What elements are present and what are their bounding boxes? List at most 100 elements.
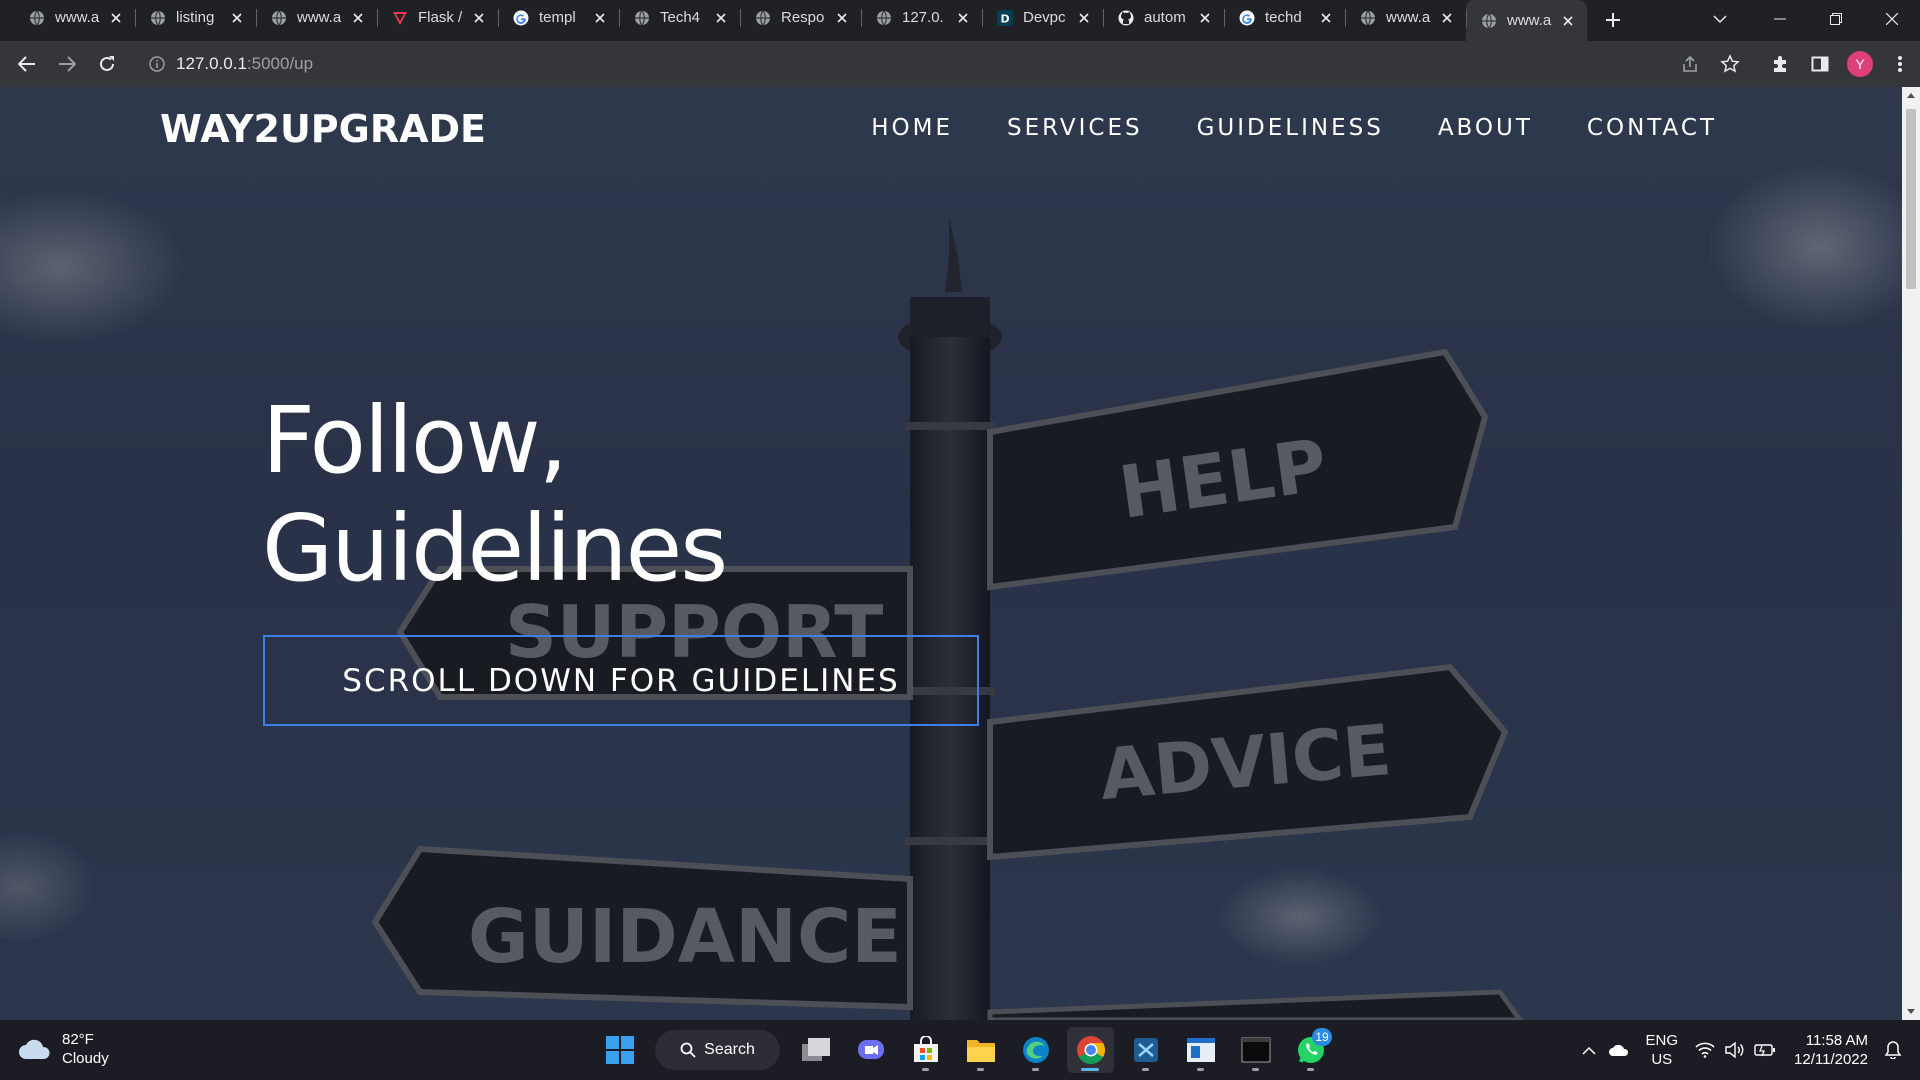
close-icon [1886, 13, 1898, 25]
page-scrollbar[interactable] [1902, 87, 1920, 1020]
browser-tab[interactable]: Tech4 [619, 0, 740, 35]
forward-button[interactable] [47, 44, 87, 84]
close-tab-icon[interactable] [712, 9, 730, 27]
close-tab-icon[interactable] [954, 9, 972, 27]
close-tab-icon[interactable] [1559, 12, 1577, 30]
close-tab-icon[interactable] [1438, 9, 1456, 27]
nav-link-about[interactable]: ABOUT [1438, 115, 1533, 141]
browser-toolbar: 127.0.0.1:5000/up Y [0, 41, 1920, 87]
browser-tab[interactable]: autom [1103, 0, 1224, 35]
running-indicator [922, 1068, 929, 1071]
close-tab-icon[interactable] [591, 9, 609, 27]
show-hidden-icons-button[interactable] [1574, 1030, 1604, 1070]
scroll-down-button[interactable]: SCROLL DOWN FOR GUIDELINES [263, 635, 979, 726]
close-tab-icon[interactable] [107, 9, 125, 27]
reload-button[interactable] [87, 44, 127, 84]
code-editor-icon [1133, 1038, 1158, 1062]
browser-tab[interactable]: templ [498, 0, 619, 35]
close-tab-icon[interactable] [1075, 9, 1093, 27]
side-panel-button[interactable] [1800, 44, 1840, 84]
teams-chat-button[interactable] [847, 1027, 894, 1073]
extensions-button[interactable] [1760, 44, 1800, 84]
notifications-button[interactable] [1878, 1030, 1908, 1070]
wifi-button[interactable] [1690, 1030, 1720, 1070]
volume-button[interactable] [1720, 1030, 1750, 1070]
tab-title: Devpc [1023, 9, 1066, 26]
close-tab-icon[interactable] [349, 9, 367, 27]
scroll-down-arrow[interactable] [1902, 1004, 1920, 1020]
new-tab-button[interactable] [1595, 2, 1631, 38]
close-window-button[interactable] [1864, 0, 1920, 38]
microsoft-store-button[interactable] [902, 1027, 949, 1073]
clock-button[interactable]: 11:58 AM 12/11/2022 [1794, 1031, 1868, 1069]
task-view-button[interactable] [792, 1027, 839, 1073]
browser-tab[interactable]: www.a [14, 0, 135, 35]
back-button[interactable] [7, 44, 47, 84]
hero-title-line1: Follow, [262, 387, 568, 494]
vscode-button[interactable] [1122, 1027, 1169, 1073]
edge-button[interactable] [1012, 1027, 1059, 1073]
globe-icon [1480, 12, 1498, 30]
close-tab-icon[interactable] [833, 9, 851, 27]
browser-tab[interactable]: D Devpc [982, 0, 1103, 35]
window-controls [1713, 0, 1920, 38]
close-tab-icon[interactable] [1196, 9, 1214, 27]
tab-title: www.a [55, 9, 100, 26]
google-icon [512, 9, 530, 27]
browser-tab-active[interactable]: www.a [1466, 0, 1587, 41]
site-nav: HOME SERVICES GUIDELINESS ABOUT CONTACT [871, 115, 1717, 141]
chrome-menu-button[interactable] [1880, 44, 1920, 84]
close-tab-icon[interactable] [228, 9, 246, 27]
address-bar[interactable]: 127.0.0.1:5000/up [138, 46, 1718, 82]
chrome-button[interactable] [1067, 1027, 1114, 1073]
input-language-button[interactable]: ENG US [1646, 1031, 1679, 1069]
system-tray: ENG US 11:58 AM 12/11/2022 [1574, 1020, 1920, 1080]
browser-tab[interactable]: listing [135, 0, 256, 35]
whatsapp-badge: 19 [1312, 1028, 1332, 1046]
browser-tab[interactable]: www.a [256, 0, 377, 35]
terminal-button[interactable] [1232, 1027, 1279, 1073]
tab-search-button[interactable] [1700, 0, 1740, 38]
whatsapp-button[interactable]: 19 [1287, 1027, 1334, 1073]
browser-tab[interactable]: techd [1224, 0, 1345, 35]
browser-tab[interactable]: Flask / [377, 0, 498, 35]
onedrive-cloud-icon [1608, 1044, 1628, 1056]
scroll-up-arrow[interactable] [1902, 87, 1920, 103]
bookmark-button[interactable] [1710, 44, 1750, 84]
lang-code: ENG [1645, 1032, 1679, 1049]
windows-logo-icon [605, 1036, 634, 1064]
profile-avatar[interactable]: Y [1847, 51, 1873, 77]
app-window-button[interactable] [1177, 1027, 1224, 1073]
chevron-down-icon [1713, 15, 1727, 24]
battery-button[interactable] [1750, 1030, 1780, 1070]
browser-tab[interactable]: www.a [1345, 0, 1466, 35]
start-button[interactable] [596, 1027, 643, 1073]
taskbar-search-label: Search [704, 1041, 755, 1058]
tab-title: templ [539, 9, 576, 26]
globe-icon [270, 9, 288, 27]
close-tab-icon[interactable] [470, 9, 488, 27]
close-tab-icon[interactable] [1317, 9, 1335, 27]
nav-link-services[interactable]: SERVICES [1007, 115, 1143, 141]
weather-temp: 82°F [62, 1031, 94, 1048]
nav-link-home[interactable]: HOME [871, 115, 953, 141]
share-button[interactable] [1670, 44, 1710, 84]
browser-tab[interactable]: 127.0. [861, 0, 982, 35]
tab-title: www.a [1507, 12, 1552, 29]
file-explorer-button[interactable] [957, 1027, 1004, 1073]
globe-icon [1359, 9, 1377, 27]
globe-icon [754, 9, 772, 27]
site-brand-logo[interactable]: WAY2UPGRADE [160, 107, 486, 151]
taskbar-search[interactable]: Search [655, 1030, 780, 1070]
terminal-icon [1241, 1037, 1270, 1063]
nav-link-guideliness[interactable]: GUIDELINESS [1197, 115, 1384, 141]
browser-tab[interactable]: Respo [740, 0, 861, 35]
nav-link-contact[interactable]: CONTACT [1587, 115, 1717, 141]
restore-button[interactable] [1808, 0, 1864, 38]
tab-title: Respo [781, 9, 825, 26]
scrollbar-thumb[interactable] [1906, 109, 1916, 289]
site-info-icon[interactable] [148, 55, 166, 73]
weather-widget[interactable]: 82°F Cloudy [18, 1030, 109, 1068]
onedrive-button[interactable] [1604, 1030, 1634, 1070]
minimize-button[interactable] [1752, 0, 1808, 38]
